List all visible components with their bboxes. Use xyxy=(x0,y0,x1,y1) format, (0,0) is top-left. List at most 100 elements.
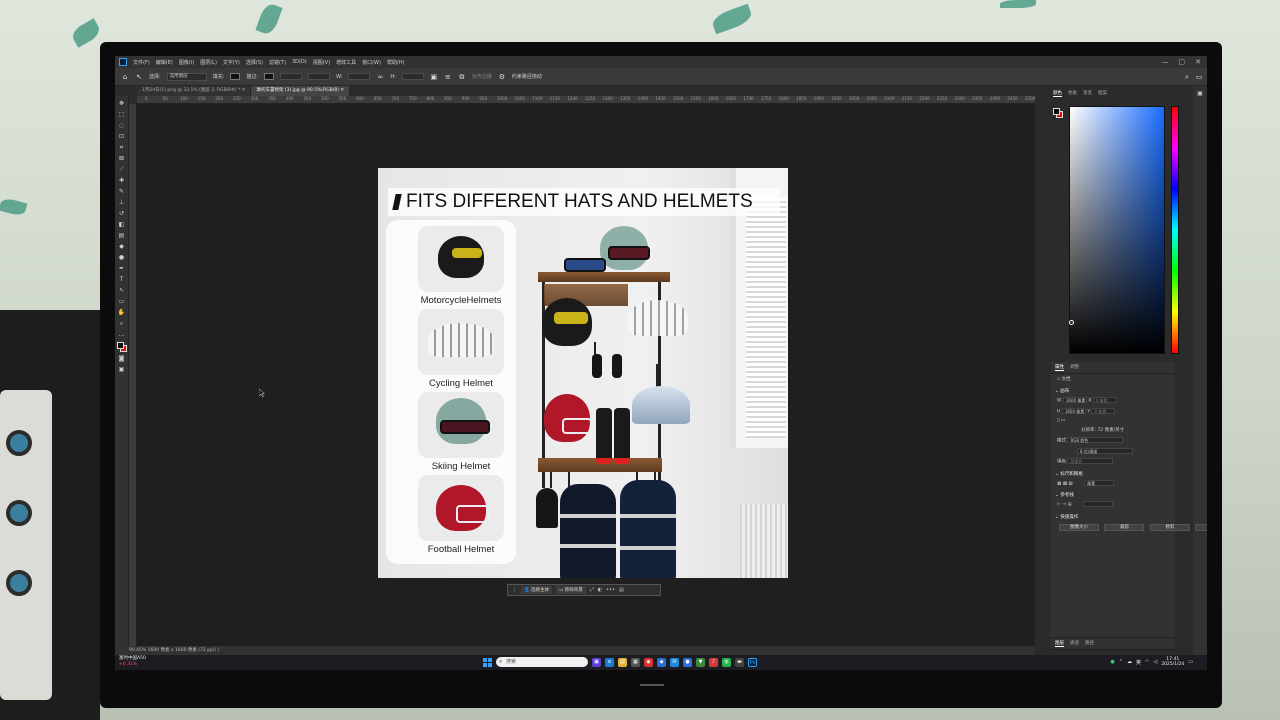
taskbar-search[interactable]: 搜索 xyxy=(496,657,588,667)
frame-tool-icon[interactable]: ⊠ xyxy=(118,155,126,163)
panel-collapse-icon[interactable]: ▣ xyxy=(1196,90,1204,98)
eraser-tool-icon[interactable]: ◧ xyxy=(118,221,126,229)
menu-type[interactable]: 文字(Y) xyxy=(223,59,240,66)
canvas-height-field[interactable]: 1600 像素 xyxy=(1061,407,1086,414)
tab-gradients[interactable]: 渐变 xyxy=(1083,90,1092,97)
tab-channels[interactable]: 通道 xyxy=(1070,640,1079,647)
stroke-swatch[interactable] xyxy=(264,73,275,80)
tab-color[interactable]: 颜色 xyxy=(1053,90,1062,97)
tray-weather-icon[interactable]: ☁ xyxy=(1127,659,1132,665)
guide-add-icon[interactable]: ⊞ xyxy=(1068,503,1072,508)
menu-select[interactable]: 选择(S) xyxy=(246,59,263,66)
minimize-button[interactable]: — xyxy=(1162,58,1169,66)
wechat-icon[interactable]: ◍ xyxy=(722,657,731,667)
start-button[interactable] xyxy=(483,657,492,667)
music-icon[interactable]: ♪ xyxy=(709,657,718,667)
mail-icon[interactable]: ✉ xyxy=(670,657,679,667)
eyedropper-tool-icon[interactable]: ⟋ xyxy=(118,166,126,174)
system-clock[interactable]: 17:41 2025/1/24 xyxy=(1161,657,1184,667)
task-view-icon[interactable]: ▣ xyxy=(592,657,601,667)
tray-ime-label[interactable]: 英 xyxy=(1136,659,1141,666)
portrait-icon[interactable]: ▯ xyxy=(1057,418,1059,423)
photoshop-taskbar-icon[interactable]: Ps xyxy=(748,657,757,667)
home-icon[interactable]: ⌂ xyxy=(121,73,129,81)
volume-icon[interactable]: ◁ xyxy=(1153,659,1157,665)
width-field[interactable] xyxy=(348,73,371,80)
object-select-tool-icon[interactable]: ⊡ xyxy=(118,133,126,141)
path-select-tool-icon[interactable]: ↖ xyxy=(118,287,126,295)
zoom-tool-icon[interactable]: ⌕ xyxy=(118,320,126,328)
more-tools-icon[interactable]: … xyxy=(118,331,126,339)
transform-icon[interactable]: ⤢ xyxy=(590,587,594,593)
marquee-tool-icon[interactable]: ⬚ xyxy=(118,111,126,119)
document-canvas[interactable]: FITS DIFFERENT HATS AND HELMETS Motorcyc… xyxy=(378,168,788,578)
shape-tool-icon[interactable]: ▭ xyxy=(118,298,126,306)
app-icon[interactable]: ◆ xyxy=(657,657,666,667)
height-field[interactable] xyxy=(401,73,424,80)
store-icon[interactable]: ▼ xyxy=(696,657,705,667)
panel-color-swatches[interactable] xyxy=(1053,108,1063,118)
blur-tool-icon[interactable]: ◆ xyxy=(118,243,126,251)
menu-plugins[interactable]: 增效工具 xyxy=(336,59,356,66)
image-size-button[interactable]: 图像大小 xyxy=(1059,523,1099,531)
crop-tool-icon[interactable]: ⌗ xyxy=(118,144,126,152)
tab-document-2[interactable]: 摩托车置物架 (3).jpg @ 90.5%(RGB/8) ✕ xyxy=(251,86,351,96)
guide-style-select[interactable] xyxy=(1082,501,1113,507)
foreground-background-colors[interactable] xyxy=(116,342,127,352)
notification-icon[interactable]: ▭ xyxy=(1188,659,1193,665)
quick-actions-section[interactable]: ⌄ 快速操作 xyxy=(1051,510,1175,521)
guide-align-icon[interactable]: ⊢ xyxy=(1057,503,1061,508)
tab-document-1[interactable]: 1月24日(1).png @ 33.1% (图层 2, RGB/8#) * ✕ xyxy=(137,86,252,96)
screen-mode-icon[interactable]: ▣ xyxy=(118,366,126,374)
tab-paths[interactable]: 路径 xyxy=(1085,640,1094,647)
horizontal-ruler[interactable]: 0 50 100 150 200 250 300 350 400 450 500 550 600 650 7… xyxy=(137,96,1035,104)
hue-slider[interactable] xyxy=(1171,106,1179,354)
pen-tool-icon[interactable]: ✒ xyxy=(118,265,126,273)
constrain-path-label[interactable]: 约束路径拖动 xyxy=(512,73,542,80)
brush-tool-icon[interactable]: ✎ xyxy=(118,188,126,196)
path-arrangement-icon[interactable]: ⧉ xyxy=(458,73,466,81)
close-button[interactable]: ✕ xyxy=(1195,58,1201,66)
settings-gear-icon[interactable]: ⚙ xyxy=(498,73,506,81)
pin-bar-icon[interactable]: ▤ xyxy=(619,587,624,593)
landscape-icon[interactable]: ▭ xyxy=(1061,418,1065,423)
gradient-tool-icon[interactable]: ▤ xyxy=(118,232,126,240)
tray-expand-icon[interactable]: ⌃ xyxy=(1119,659,1123,665)
menu-help[interactable]: 帮助(H) xyxy=(387,59,405,66)
canvas-width-field[interactable]: 1600 像素 xyxy=(1062,397,1087,403)
tab-properties[interactable]: 属性 xyxy=(1055,364,1064,371)
tab-adjustments[interactable]: 调整 xyxy=(1070,364,1079,371)
select-dropdown[interactable]: 选用图层 xyxy=(166,72,207,81)
menu-layer[interactable]: 图层(L) xyxy=(200,59,217,66)
canvas-x-field[interactable]: 0 像素 xyxy=(1092,397,1117,403)
color-field[interactable] xyxy=(1069,106,1165,354)
menu-filter[interactable]: 滤镜(T) xyxy=(269,59,286,66)
select-subject-button[interactable]: 👤 选择主体 xyxy=(521,586,553,594)
crop-button[interactable]: 裁剪 xyxy=(1104,523,1145,531)
maximize-button[interactable]: ▢ xyxy=(1179,58,1186,66)
canvas-section[interactable]: ⌄ 画布 xyxy=(1051,384,1175,395)
menu-view[interactable]: 视图(V) xyxy=(313,59,330,66)
chrome-icon[interactable]: ◉ xyxy=(644,657,653,667)
ruler-toggle-icon[interactable]: ▦ xyxy=(1057,481,1061,486)
rotate-button[interactable]: 旋转 xyxy=(1195,523,1207,531)
trim-button[interactable]: 修剪 xyxy=(1149,523,1190,531)
tab-swatches[interactable]: 色板 xyxy=(1068,90,1077,97)
tab-patterns[interactable]: 图案 xyxy=(1098,90,1107,97)
search-icon[interactable]: ⌕ xyxy=(1183,73,1191,81)
fill-select[interactable]: 背景色 xyxy=(1067,458,1114,464)
stroke-width-field[interactable] xyxy=(280,73,303,80)
healing-tool-icon[interactable]: ✚ xyxy=(118,177,126,185)
drag-handle-icon[interactable]: ⋮ xyxy=(512,587,517,593)
foreground-color-swatch[interactable] xyxy=(116,342,124,349)
more-options-icon[interactable]: ••• xyxy=(606,587,615,593)
browser-icon[interactable]: ● xyxy=(683,657,692,667)
canvas-y-field[interactable]: 0 像素 xyxy=(1091,407,1116,414)
calculator-icon[interactable]: ▦ xyxy=(631,657,640,667)
path-alignment-icon[interactable]: ≡ xyxy=(444,73,452,81)
workspace-icon[interactable]: ▭ xyxy=(1195,73,1203,81)
move-tool-icon[interactable]: ✥ xyxy=(118,100,126,108)
mode-select[interactable]: RGB 颜色 xyxy=(1067,437,1124,443)
file-explorer-icon[interactable]: ▤ xyxy=(618,657,627,667)
remove-background-button[interactable]: ▭ 移除背景 xyxy=(556,586,586,594)
